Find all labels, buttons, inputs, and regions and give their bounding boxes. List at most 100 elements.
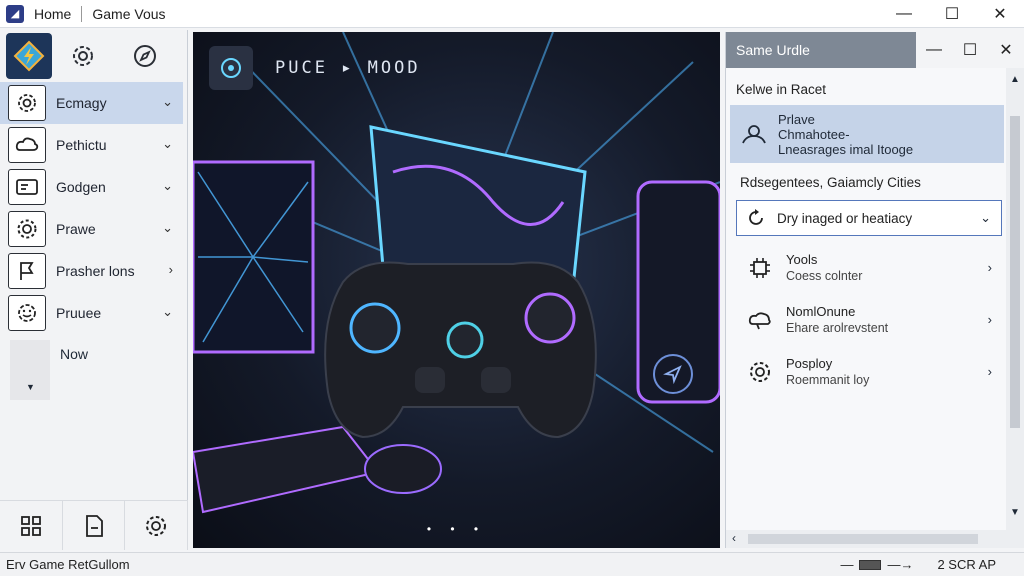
document-icon[interactable] <box>63 501 126 550</box>
sidebar-item-label: Ecmagy <box>56 95 107 111</box>
sidebar-top <box>0 30 187 82</box>
smiley-icon <box>8 295 46 331</box>
profile-card-line2: Chmahotee- <box>778 126 850 142</box>
gear-icon[interactable] <box>52 33 114 79</box>
chevron-right-icon: › <box>987 260 992 275</box>
profile-card-text: Prlave Chmahotee- Lneasrages imal Itooge <box>778 112 913 157</box>
scrollbar-thumb[interactable] <box>748 534 978 544</box>
title-bar: ◢ Home Game Vous — ☐ ✕ <box>0 0 1024 28</box>
chevron-down-icon: ⌄ <box>162 178 173 193</box>
status-bar: Erv Game RetGullom — —→ 2 SCR AP <box>0 552 1024 576</box>
sidebar-item-label: Prawe <box>56 221 96 237</box>
scroll-left-icon[interactable]: ‹ <box>732 531 736 545</box>
panel-row-text: Yools Coess colnter <box>786 252 862 284</box>
panel-row-title: NomlOnune <box>786 304 856 319</box>
chevron-right-icon: › <box>168 262 173 277</box>
tab-game-vous[interactable]: Game Vous <box>82 6 175 22</box>
sidebar-item-pethictu[interactable]: Pethictu ⌄ <box>0 124 183 166</box>
panel-row-nomlonune[interactable]: NomlOnune Ehare arolrevstent › <box>726 294 1006 346</box>
sidebar-item-ecmagy[interactable]: Ecmagy ⌄ <box>0 82 183 124</box>
panel-row-title: Yools <box>786 252 818 267</box>
mode-select[interactable]: Dry inaged or heatiacy ⌄ <box>736 200 1002 236</box>
game-title: PUCE ▸ MOOD <box>275 58 421 78</box>
game-logo-icon[interactable] <box>6 33 52 79</box>
panel-window-controls: — ☐ ✕ <box>916 32 1024 68</box>
chevron-right-icon: › <box>987 364 992 379</box>
panel-row-subtitle: Coess colnter <box>786 269 863 283</box>
chevron-down-icon: ⌄ <box>162 136 173 151</box>
chevron-down-icon: ⌄ <box>162 220 173 235</box>
panel-subtitle: Kelwe in Racet <box>736 82 827 97</box>
panel-row-yools[interactable]: Yools Coess colnter › <box>726 242 1006 294</box>
profile-card[interactable]: Prlave Chmahotee- Lneasrages imal Itooge <box>730 105 1004 163</box>
carousel-pager[interactable]: • • • <box>193 522 720 536</box>
zoom-out-icon[interactable]: — <box>840 557 853 572</box>
sidebar-item-label: Pruuee <box>56 305 102 321</box>
sidebar-item-now[interactable]: Now ▼ <box>0 338 187 400</box>
grid-icon[interactable] <box>0 501 63 550</box>
zoom-slider[interactable] <box>859 559 882 570</box>
sidebar-item-prawe[interactable]: Prawe ⌄ <box>0 208 183 250</box>
game-badge-icon <box>209 46 253 90</box>
game-scene-art <box>193 32 720 514</box>
sidebar-item-label: Godgen <box>56 179 106 195</box>
scrollbar-thumb[interactable] <box>1010 116 1020 428</box>
status-right-text: 2 SCR AP <box>937 557 996 572</box>
gear-icon <box>744 360 776 384</box>
panel-maximize-button[interactable]: ☐ <box>952 32 988 68</box>
settings-icon[interactable] <box>125 501 189 550</box>
minimize-button[interactable]: — <box>880 0 928 28</box>
section-label: Rdsegentees, Gaiamcly Cities <box>740 175 921 190</box>
mode-select-value: Dry inaged or heatiacy <box>777 210 913 226</box>
scroll-down-icon[interactable]: ▼ <box>1010 507 1020 518</box>
panel-title: Same Urdle <box>736 42 810 58</box>
close-button[interactable]: ✕ <box>976 0 1024 28</box>
user-icon <box>730 122 778 146</box>
panel-header: Same Urdle — ☐ ✕ <box>726 32 1024 68</box>
caret-down-icon: ▼ <box>26 382 35 392</box>
sidebar: Ecmagy ⌄ Pethictu ⌄ Godgen ⌄ Prawe ⌄ Pra… <box>0 30 189 550</box>
panel-row-text: NomlOnune Ehare arolrevstent <box>786 304 888 336</box>
status-text: Erv Game RetGullom <box>6 557 130 572</box>
cloud-hand-icon <box>744 309 776 331</box>
zoom-control: — —→ 2 SCR AP <box>840 557 996 572</box>
gear-icon <box>8 85 46 121</box>
profile-card-line1: Prlave <box>778 111 815 127</box>
tab-home[interactable]: Home <box>24 6 81 22</box>
sidebar-item-pruuee[interactable]: Pruuee ⌄ <box>0 292 183 334</box>
sidebar-item-label: Prasher lons <box>56 263 135 279</box>
panel-row-text: Posploy Roemmanit loy <box>786 356 869 388</box>
flag-icon <box>8 253 46 289</box>
panel-row-title: Posploy <box>786 356 833 371</box>
game-preview[interactable]: PUCE ▸ MOOD • • • <box>193 32 720 548</box>
panel-horizontal-scrollbar[interactable]: ‹ <box>726 530 1007 548</box>
now-label: Now <box>60 346 89 362</box>
compass-icon[interactable] <box>114 33 176 79</box>
cloud-icon <box>8 127 46 163</box>
sidebar-bottom-bar <box>0 500 189 550</box>
profile-card-line3: Lneasrages imal Itooge <box>778 141 914 157</box>
cog-icon <box>8 211 46 247</box>
sidebar-item-godgen[interactable]: Godgen ⌄ <box>0 166 183 208</box>
panel-close-button[interactable]: ✕ <box>988 32 1024 68</box>
scroll-up-icon[interactable]: ▲ <box>1010 74 1020 85</box>
chevron-down-icon: ⌄ <box>980 210 991 225</box>
zoom-in-icon[interactable]: —→ <box>887 557 913 572</box>
chip-icon <box>744 256 776 280</box>
maximize-button[interactable]: ☐ <box>928 0 976 28</box>
details-panel: Same Urdle — ☐ ✕ Kelwe in Racet Prlave C… <box>725 32 1024 548</box>
card-icon <box>8 169 46 205</box>
panel-row-subtitle: Ehare arolrevstent <box>786 321 889 335</box>
panel-row-subtitle: Roemmanit loy <box>786 373 870 387</box>
chevron-down-icon: ⌄ <box>162 304 173 319</box>
panel-vertical-scrollbar[interactable]: ▲ ▼ <box>1006 68 1024 548</box>
sidebar-item-prasher-lons[interactable]: Prasher lons › <box>0 250 183 292</box>
navigate-icon[interactable] <box>653 354 693 394</box>
panel-row-posploy[interactable]: Posploy Roemmanit loy › <box>726 346 1006 398</box>
sidebar-item-label: Pethictu <box>56 137 107 153</box>
window-controls: — ☐ ✕ <box>880 0 1024 28</box>
refresh-icon <box>749 209 763 225</box>
app-icon: ◢ <box>6 4 24 23</box>
panel-minimize-button[interactable]: — <box>916 32 952 68</box>
chevron-down-icon: ⌄ <box>162 94 173 109</box>
